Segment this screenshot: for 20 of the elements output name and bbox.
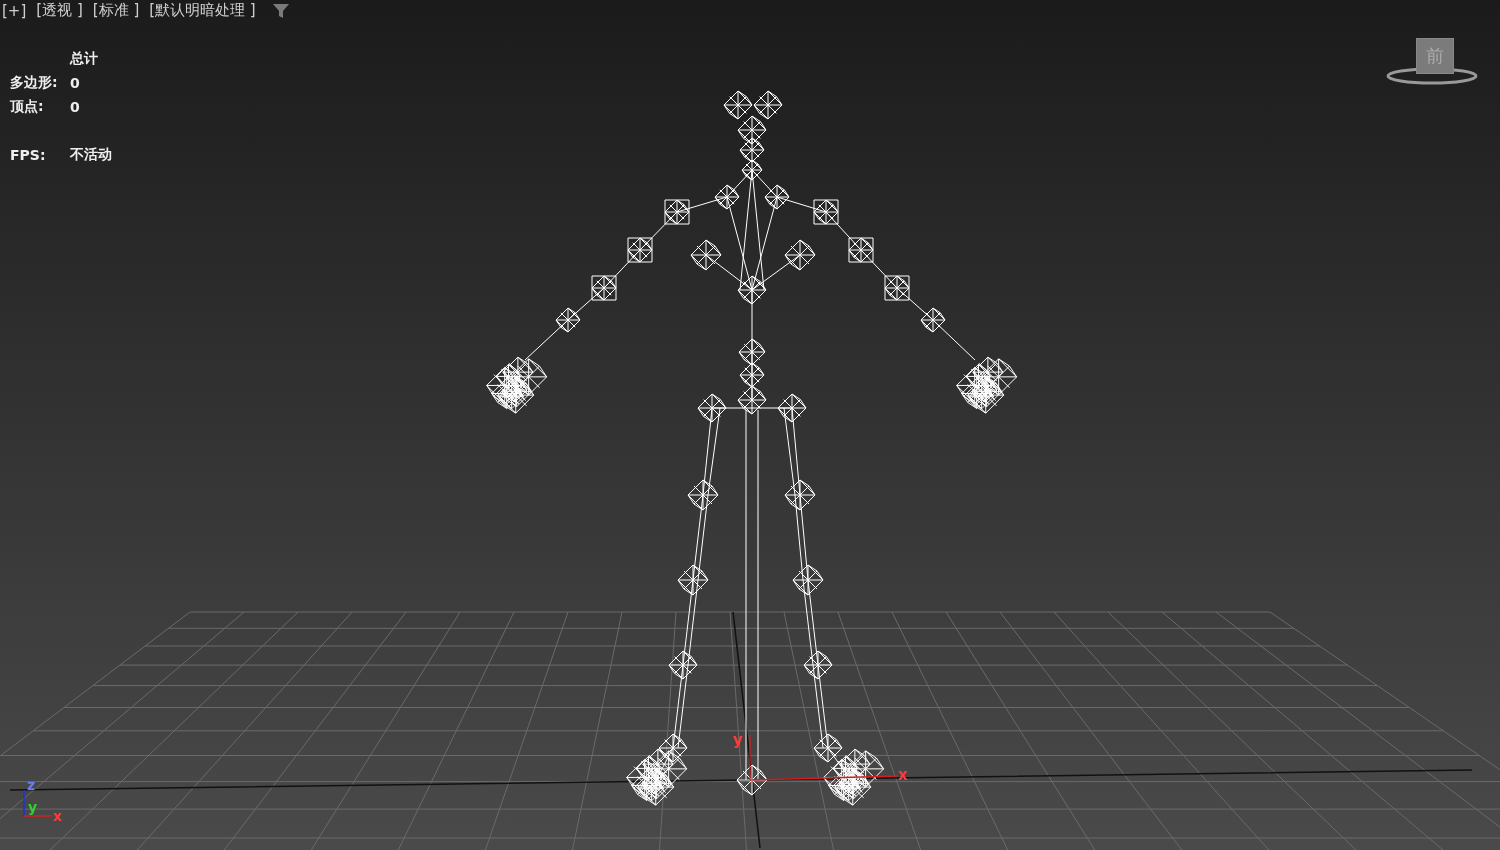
axis-label: y [733, 731, 743, 749]
corner-axis-x-line [23, 815, 53, 817]
viewport-menu-label[interactable]: [透视 ] [36, 1, 83, 20]
stats-value: 0 [70, 99, 80, 115]
stats-label: FPS: [10, 147, 47, 163]
stats-value: 0 [70, 75, 80, 91]
filter-icon[interactable] [271, 2, 290, 19]
y-axis-line [749, 734, 751, 781]
stats-label: 多边形: [10, 74, 59, 92]
axis-label: x [53, 808, 63, 824]
viewport-menu-label[interactable]: [标准 ] [92, 1, 140, 20]
viewport-menu-label[interactable]: [+] [2, 1, 27, 20]
stats-heading: 总计 [70, 50, 98, 68]
axis-label: y [28, 799, 38, 815]
corner-axis-z-line [23, 789, 25, 817]
axis-label: x [898, 766, 908, 784]
stats-label: 顶点: [10, 98, 45, 116]
axis-label: z [27, 777, 36, 793]
stats-value: 不活动 [70, 146, 112, 164]
viewport-menu-label[interactable]: [默认明暗处理 ] [149, 1, 256, 20]
